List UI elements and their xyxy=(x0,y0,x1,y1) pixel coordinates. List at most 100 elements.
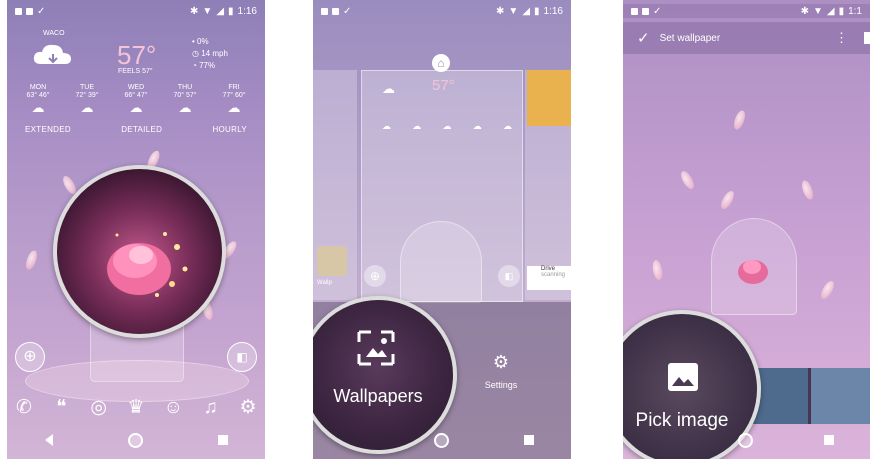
petal xyxy=(818,279,837,301)
humidity-icon: ◔ xyxy=(192,61,200,70)
folder-icon[interactable]: ◧ xyxy=(227,342,257,372)
petal xyxy=(678,169,697,191)
forecast-day: MON 63° 46° ☁ xyxy=(15,84,61,116)
wifi-icon: ▼ xyxy=(508,5,519,17)
status-time: 1:16 xyxy=(237,5,257,17)
stage-base xyxy=(25,360,249,402)
set-wallpaper-toolbar: ✓ Set wallpaper ⋮ xyxy=(623,22,870,54)
battery-icon: ▮ xyxy=(838,5,845,17)
tab-detailed[interactable]: DETAILED xyxy=(121,125,162,134)
cloud-icon: ☁ xyxy=(503,121,512,131)
tab-extended[interactable]: EXTENDED xyxy=(25,125,71,134)
home-icon[interactable] xyxy=(737,432,753,448)
signal-icon: ◢ xyxy=(522,5,531,17)
download-icon: ✓ xyxy=(653,5,662,17)
cloud-icon: ☁ xyxy=(412,121,422,131)
petal xyxy=(23,249,40,271)
drive-widget: Drive scanning xyxy=(527,266,571,290)
day-name: TUE xyxy=(80,84,94,91)
day-name: THU xyxy=(177,84,193,91)
settings-label[interactable]: Settings xyxy=(475,380,527,390)
overview-screen: ✓ ✱ ▼ ◢ ▮ 1:16 ⌂ Wallp ☁ 57° ☁ ☁ ☁ ☁ ☁ ⊕ ◧ Drive… xyxy=(313,0,571,459)
battery-icon: ▮ xyxy=(228,5,234,17)
recents-icon[interactable] xyxy=(824,435,835,445)
more-options-icon[interactable]: ⋮ xyxy=(835,30,848,46)
cloud-icon: ☁ xyxy=(129,100,143,115)
petal xyxy=(651,259,664,281)
forecast-day: THU 70° 57° ☁ xyxy=(162,84,208,116)
weather-tabs: EXTENDED DETAILED HOURLY xyxy=(25,125,247,134)
hangouts-icon[interactable]: ❝ xyxy=(50,397,72,419)
image-icon xyxy=(668,363,698,391)
home-icon[interactable] xyxy=(433,432,449,448)
gear-icon[interactable]: ⚙ xyxy=(237,397,259,419)
status-bar: ✓ ✱ ▼ ◢ ▮ 1:16 xyxy=(313,4,571,18)
status-bar: ✓ ✱ ▼ ◢ ▮ 1:1 xyxy=(623,4,870,18)
cloud-icon: ☁ xyxy=(442,121,452,131)
dock: ✆ ❝ ◎ ♛ ☺ ♫ ⚙ xyxy=(13,397,259,419)
tab-hourly[interactable]: HOURLY xyxy=(212,125,247,134)
humidity-value: 77% xyxy=(199,61,216,70)
day-name: FRI xyxy=(228,84,240,91)
day-name: WED xyxy=(127,84,145,91)
cloud-icon: ☁ xyxy=(382,121,391,131)
android-icon[interactable]: ☺ xyxy=(162,397,184,419)
crown-icon[interactable]: ♛ xyxy=(125,397,147,419)
bluetooth-icon: ✱ xyxy=(190,5,199,17)
cloud-icon: ☁ xyxy=(80,100,94,115)
bluetooth-icon: ✱ xyxy=(496,5,505,17)
forecast-row: MON 63° 46° ☁ TUE 72° 39° ☁ WED 66° 47° ☁ THU 7… xyxy=(15,84,257,116)
day-temps: 63° 46° xyxy=(26,92,50,99)
forecast-day: WED 66° 47° ☁ xyxy=(113,84,159,116)
mini-forecast: ☁ ☁ ☁ ☁ ☁ xyxy=(382,121,512,132)
center-page-card[interactable]: ☁ 57° ☁ ☁ ☁ ☁ ☁ ⊕ ◧ xyxy=(361,70,523,303)
drive-sub: scanning xyxy=(541,272,566,278)
petal xyxy=(718,189,737,211)
weather-city: WACO xyxy=(43,30,65,37)
temperature: 57° xyxy=(117,40,157,70)
recents-icon[interactable] xyxy=(217,435,228,445)
photo-widget-thumbnail xyxy=(527,70,571,126)
overflow-icon xyxy=(864,32,870,44)
cloud-icon: ☁ xyxy=(382,81,395,96)
forecast-day: TUE 72° 39° ☁ xyxy=(64,84,110,116)
wallpaper-thumbnail[interactable] xyxy=(810,368,870,424)
battery-icon: ▮ xyxy=(534,5,540,17)
home-icon[interactable] xyxy=(127,432,143,448)
signal-icon: ◢ xyxy=(216,5,225,17)
left-card-label: Wallp xyxy=(317,280,332,286)
day-temps: 70° 57° xyxy=(173,92,197,99)
app-drawer-icon[interactable]: ⊕ xyxy=(15,342,45,372)
day-temps: 66° 47° xyxy=(124,92,148,99)
weather-stats: • 0% ◷ 14 mph ◔ 77% xyxy=(192,36,228,72)
wallpapers-label: Wallpapers xyxy=(333,386,423,406)
status-time: 1:16 xyxy=(543,5,563,17)
wallpaper-icon xyxy=(357,330,395,366)
cloud-icon: ☁ xyxy=(178,100,192,115)
wifi-icon: ▼ xyxy=(812,5,823,17)
back-icon[interactable] xyxy=(44,434,53,446)
rose-icon xyxy=(107,232,188,297)
left-page-card[interactable]: Wallp xyxy=(313,70,357,300)
headphones-icon[interactable]: ♫ xyxy=(200,397,222,419)
nav-bar xyxy=(623,429,870,451)
right-page-card[interactable]: Drive scanning xyxy=(525,70,571,300)
nav-bar xyxy=(7,429,265,451)
day-temps: 72° 39° xyxy=(75,92,99,99)
set-wallpaper-title[interactable]: Set wallpaper xyxy=(660,33,721,44)
recents-icon[interactable] xyxy=(523,435,534,445)
cloud-icon: ☁ xyxy=(31,100,45,115)
home-screen: ✓ ✱ ▼ ◢ ▮ 1:16 WACO 57° FEELS 57° • 0% ◷ 14 … xyxy=(7,0,265,459)
day-temps: 77° 60° xyxy=(222,92,246,99)
cloud-icon xyxy=(33,44,71,64)
cloud-icon: ☁ xyxy=(227,100,241,115)
phone-icon[interactable]: ✆ xyxy=(13,397,35,419)
left-card-thumbnail xyxy=(317,246,347,276)
notification-icon xyxy=(321,7,328,15)
gear-icon[interactable]: ⚙ xyxy=(481,352,521,373)
download-icon: ✓ xyxy=(37,5,46,17)
download-icon: ✓ xyxy=(343,5,352,17)
bluetooth-icon: ✱ xyxy=(800,5,809,17)
check-icon[interactable]: ✓ xyxy=(637,29,650,47)
chrome-icon[interactable]: ◎ xyxy=(88,397,110,419)
